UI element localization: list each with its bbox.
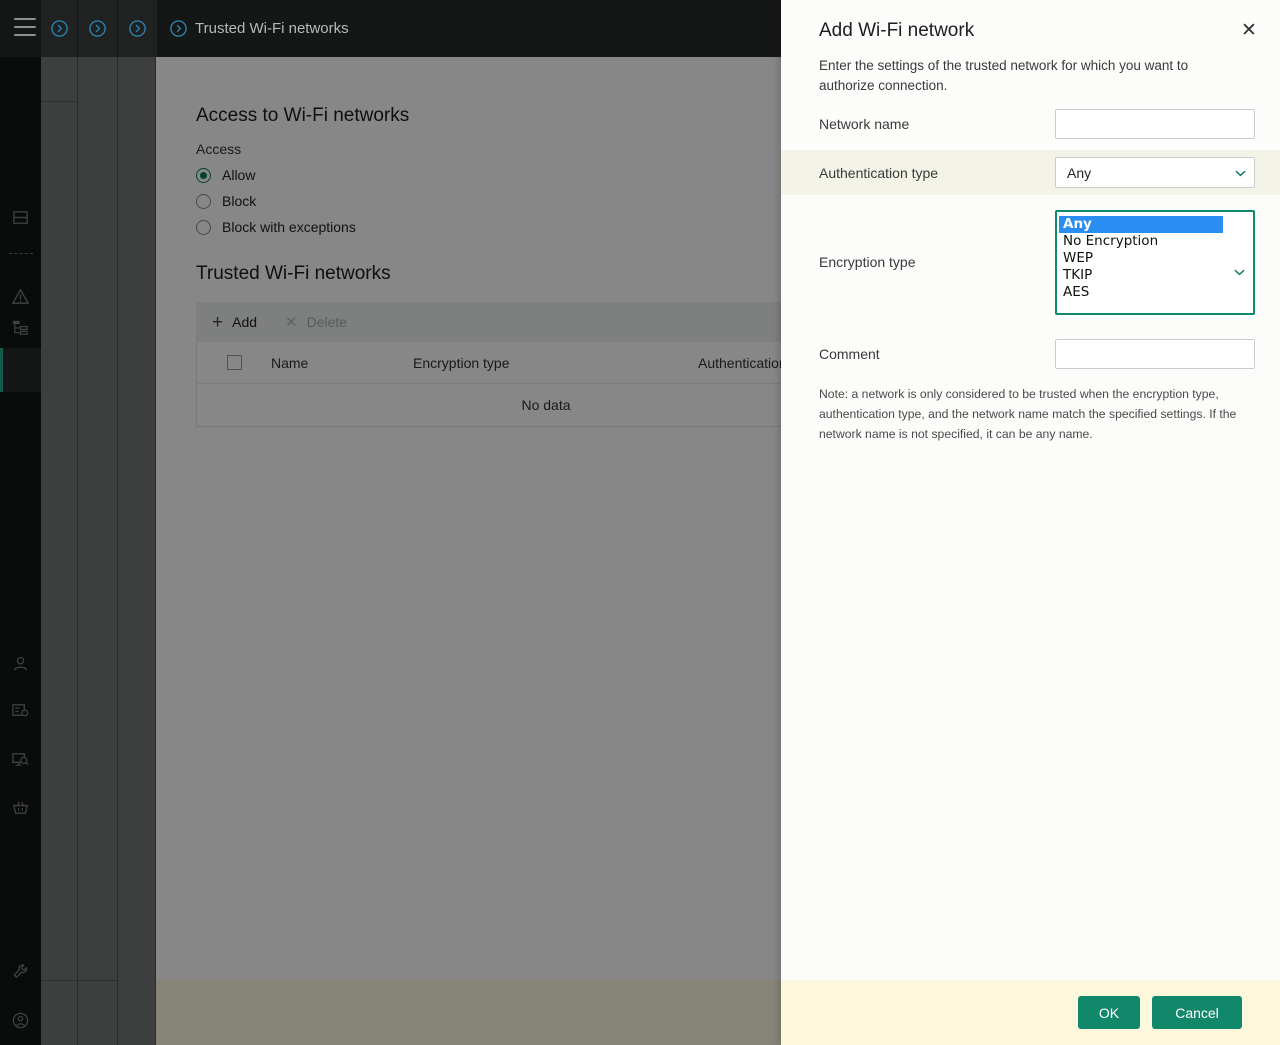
- authentication-type-value: Any: [1067, 164, 1092, 181]
- sidebar-item-settings[interactable]: [0, 949, 41, 993]
- chevron-circle-right-icon: [50, 20, 68, 37]
- monitor-search-icon: [12, 752, 29, 766]
- page-title: Trusted Wi-Fi networks: [195, 20, 349, 37]
- sidebar-item-selected[interactable]: [0, 348, 41, 392]
- sidebar-item-server[interactable]: [0, 195, 41, 239]
- sidebar-divider: [9, 253, 33, 254]
- hamburger-icon[interactable]: [14, 18, 36, 36]
- application-window: Trusted Wi-Fi networks Access to Wi-Fi n…: [0, 0, 1280, 1045]
- form-settings-icon: [12, 703, 29, 716]
- ok-button[interactable]: OK: [1078, 996, 1140, 1029]
- field-row-authentication-type: Authentication type Any: [781, 150, 1280, 195]
- encryption-type-listbox[interactable]: Any No Encryption WEP TKIP AES: [1055, 210, 1255, 315]
- chevron-circle-right-icon: [169, 20, 187, 37]
- encryption-option-wep[interactable]: WEP: [1059, 250, 1251, 267]
- encryption-type-control: Any No Encryption WEP TKIP AES: [1055, 210, 1255, 315]
- encryption-option-no-encryption[interactable]: No Encryption: [1059, 233, 1251, 250]
- sidebar-item-marketplace[interactable]: [0, 785, 41, 829]
- authentication-type-label: Authentication type: [819, 164, 939, 181]
- encryption-option-tkip[interactable]: TKIP: [1059, 267, 1251, 284]
- user-icon: [14, 656, 27, 670]
- network-name-input[interactable]: [1055, 109, 1255, 139]
- chevron-down-icon: [1235, 170, 1246, 176]
- chevron-down-icon: [1234, 269, 1245, 276]
- authentication-type-select[interactable]: Any: [1055, 157, 1255, 188]
- add-wifi-network-dialog: Add Wi-Fi network ✕ Enter the settings o…: [781, 0, 1280, 1045]
- comment-control: [1055, 339, 1255, 369]
- nav-pane-1-footer: [41, 980, 77, 1045]
- encryption-option-aes[interactable]: AES: [1059, 284, 1251, 301]
- sidebar-item-account[interactable]: [0, 998, 41, 1042]
- chevron-circle-right-icon: [129, 20, 146, 37]
- nav-pane-level-3[interactable]: [118, 0, 156, 1045]
- nav-pane-1-row[interactable]: [41, 57, 77, 102]
- field-row-encryption-type: Encryption type Any No Encryption WEP TK…: [781, 204, 1280, 324]
- network-name-control: [1055, 109, 1255, 139]
- sidebar-item-users[interactable]: [0, 641, 41, 685]
- encryption-type-label: Encryption type: [819, 254, 916, 270]
- dialog-note: Note: a network is only considered to be…: [819, 387, 1237, 441]
- comment-input[interactable]: [1055, 339, 1255, 369]
- nav-pane-2-footer: [78, 980, 117, 1045]
- server-icon: [13, 210, 28, 224]
- field-row-comment: Comment: [781, 330, 1280, 378]
- breadcrumb-step-2[interactable]: [78, 0, 118, 57]
- hierarchy-icon: [12, 320, 28, 335]
- user-circle-icon: [12, 1012, 29, 1028]
- basket-icon: [13, 801, 28, 814]
- wrench-icon: [13, 963, 28, 978]
- cancel-button[interactable]: Cancel: [1152, 996, 1242, 1029]
- chevron-circle-right-icon: [89, 20, 106, 37]
- nav-pane-level-2[interactable]: [78, 0, 118, 1045]
- nav-pane-level-1[interactable]: [41, 0, 78, 1045]
- breadcrumb-step-1[interactable]: [41, 0, 78, 57]
- dialog-title: Add Wi-Fi network: [819, 20, 975, 41]
- comment-label: Comment: [819, 346, 880, 362]
- breadcrumb-step-3[interactable]: [118, 0, 158, 57]
- close-icon[interactable]: ✕: [1234, 15, 1264, 45]
- encryption-option-any[interactable]: Any: [1059, 216, 1223, 233]
- sidebar-rail[interactable]: [0, 0, 41, 1045]
- sidebar-item-monitoring[interactable]: [0, 737, 41, 781]
- field-row-network-name: Network name: [781, 98, 1280, 150]
- sidebar-item-hierarchy[interactable]: [0, 305, 41, 349]
- dialog-description: Enter the settings of the trusted networ…: [819, 58, 1189, 93]
- sidebar-item-policies[interactable]: [0, 688, 41, 732]
- authentication-type-control: Any: [1055, 157, 1255, 188]
- dialog-footer: OK Cancel: [781, 980, 1280, 1045]
- warning-triangle-icon: [11, 288, 30, 304]
- breadcrumb-step-4[interactable]: [158, 0, 198, 57]
- network-name-label: Network name: [819, 116, 910, 132]
